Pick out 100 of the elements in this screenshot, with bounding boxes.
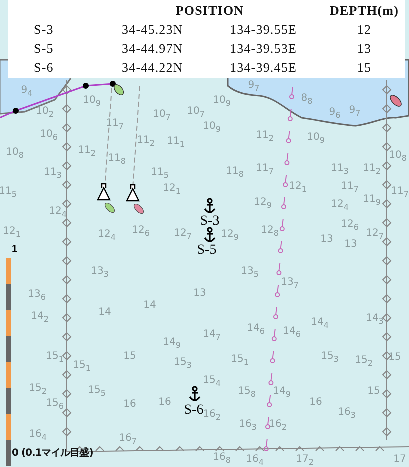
depth-sounding: 14$_{2}$	[31, 312, 49, 324]
depth-sounding: 12$_{6}$	[132, 226, 150, 238]
depth-sounding: 16$_{7}$	[119, 434, 137, 446]
depth-sounding: 13$_{7}$	[281, 278, 299, 290]
depth-sounding: 13$_{3}$	[91, 267, 109, 279]
depth-sounding: 14	[98, 308, 112, 318]
depth-sounding: 15$_{2}$	[29, 384, 47, 396]
depth-sounding: 11$_{2}$	[78, 146, 96, 158]
depth-sounding: 15$_{8}$	[238, 387, 256, 399]
table-cell-text: S-3	[33, 22, 55, 38]
depth-sounding: 17$_{2}$	[296, 455, 314, 467]
depth-sounding: 12$_{8}$	[261, 226, 279, 238]
depth-sounding: 10$_{2}$	[36, 107, 54, 119]
depth-sounding: 11$_{8}$	[226, 167, 244, 179]
depth-sounding: 15$_{1}$	[46, 352, 64, 364]
depth-sounding: 15$_{6}$	[46, 399, 64, 411]
depth-sounding: 13	[194, 289, 206, 299]
depth-sounding: 11$_{3}$	[331, 164, 349, 176]
depth-sounding: 13$_{5}$	[241, 267, 259, 279]
depth-sounding: 10$_{7}$	[187, 107, 205, 119]
table-cell-text: S-5	[33, 40, 55, 56]
depth-sounding: 9$_{7}$	[349, 106, 361, 118]
depth-sounding: 15$_{4}$	[203, 376, 221, 388]
depth-sounding: 11$_{1}$	[167, 137, 185, 149]
depth-sounding: 12$_{7}$	[174, 229, 192, 241]
depth-sounding: 14$_{3}$	[366, 314, 384, 326]
depth-sounding: 11$_{5}$	[0, 187, 17, 199]
table-cell-text: 12	[356, 22, 373, 38]
depth-sounding: 12$_{4}$	[331, 200, 349, 212]
depth-sounding: 13$_{6}$	[28, 290, 46, 302]
depth-sounding: 11$_{7}$	[106, 119, 124, 131]
depth-sounding: 11$_{5}$	[151, 168, 169, 180]
depth-sounding: 16$_{2}$	[203, 410, 221, 422]
depth-sounding: 10$_{9}$	[83, 96, 101, 108]
depth-sounding: 13	[320, 235, 334, 245]
depth-sounding: 12$_{9}$	[221, 230, 239, 242]
station-label: S-5	[197, 243, 217, 259]
depth-sounding: 9$_{4}$	[21, 86, 33, 98]
table-cell-text: 15	[356, 60, 373, 76]
depth-sounding: 12$_{7}$	[366, 229, 384, 241]
depth-sounding: 15	[388, 353, 402, 363]
depth-sounding: 11$_{8}$	[108, 154, 126, 166]
depth-sounding: 16$_{2}$	[269, 420, 287, 432]
depth-sounding: 16	[158, 398, 172, 408]
depth-sounding: 16$_{4}$	[246, 455, 264, 467]
depth-sounding: 11$_{2}$	[137, 136, 155, 148]
depth-sounding: 11$_{7}$	[341, 182, 359, 194]
depth-sounding: 16$_{8}$	[213, 453, 231, 465]
depth-sounding: 14$_{6}$	[283, 327, 301, 339]
station-label: S-3	[200, 214, 220, 230]
station-label: S-6	[184, 403, 204, 419]
depth-sounding: 15$_{2}$	[355, 356, 373, 368]
depth-sounding: 16$_{4}$	[29, 430, 47, 442]
depth-sounding: 16$_{3}$	[338, 408, 356, 420]
depth-sounding: 10$_{8}$	[389, 151, 407, 163]
depth-sounding: 10$_{7}$	[153, 110, 171, 122]
depth-sounding: 11$_{7}$	[391, 187, 409, 199]
depth-sounding: 10$_{9}$	[213, 96, 231, 108]
depth-sounding: 12$_{9}$	[254, 198, 272, 210]
table-cell-text: 13	[356, 40, 373, 56]
column-header: DEPTH(m)	[328, 2, 400, 18]
depth-sounding: 14	[144, 301, 156, 311]
table-cell-text: 34-45.23N	[121, 22, 184, 38]
depth-sounding: 10$_{6}$	[40, 130, 58, 142]
depth-sounding: 11$_{2}$	[363, 164, 381, 176]
depth-sounding: 14$_{4}$	[311, 318, 329, 330]
depth-sounding: 12$_{6}$	[341, 220, 359, 232]
table-cell-text: 134-39.53E	[229, 40, 298, 56]
depth-sounding: 14$_{9}$	[163, 338, 181, 350]
depth-sounding: 12$_{4}$	[49, 207, 67, 219]
depth-sounding: 15$_{1}$	[73, 361, 91, 373]
column-header: POSITION	[174, 2, 246, 18]
table-cell-text: 34-44.97N	[121, 40, 184, 56]
table-cell-text: S-6	[33, 60, 55, 76]
depth-sounding: 12$_{1}$	[289, 182, 307, 194]
depth-sounding: 15	[368, 387, 380, 397]
depth-sounding: 14$_{7}$	[203, 330, 221, 342]
depth-sounding: 11$_{3}$	[44, 168, 62, 180]
depth-sounding: 17	[394, 455, 406, 465]
depth-sounding: 15$_{5}$	[88, 386, 106, 398]
depth-sounding: 10$_{9}$	[307, 133, 325, 145]
depth-sounding: 9$_{7}$	[248, 81, 260, 93]
depth-sounding: 12$_{1}$	[163, 184, 181, 196]
depth-sounding: 8$_{8}$	[301, 94, 313, 106]
depth-sounding: 16	[124, 400, 136, 410]
depth-sounding: 11$_{7}$	[256, 164, 274, 176]
depth-sounding: 14$_{6}$	[247, 324, 265, 336]
depth-sounding: 16	[310, 398, 322, 408]
depth-sounding: 13	[344, 240, 358, 250]
depth-sounding: 16$_{3}$	[239, 420, 257, 432]
depth-sounding: 11$_{2}$	[256, 131, 274, 143]
depth-sounding: 10$_{9}$	[203, 122, 221, 134]
depth-sounding: 12$_{4}$	[98, 230, 116, 242]
table-cell-text: 34-44.22N	[121, 60, 184, 76]
depth-sounding: 14$_{9}$	[273, 387, 291, 399]
scale-label: 1	[12, 244, 18, 255]
table-cell-text: 134-39.45E	[229, 60, 298, 76]
scale-label: 0 (0.1マイル目盛)	[12, 446, 94, 460]
depth-sounding: 15$_{1}$	[231, 355, 249, 367]
depth-sounding: 15$_{3}$	[321, 352, 339, 364]
